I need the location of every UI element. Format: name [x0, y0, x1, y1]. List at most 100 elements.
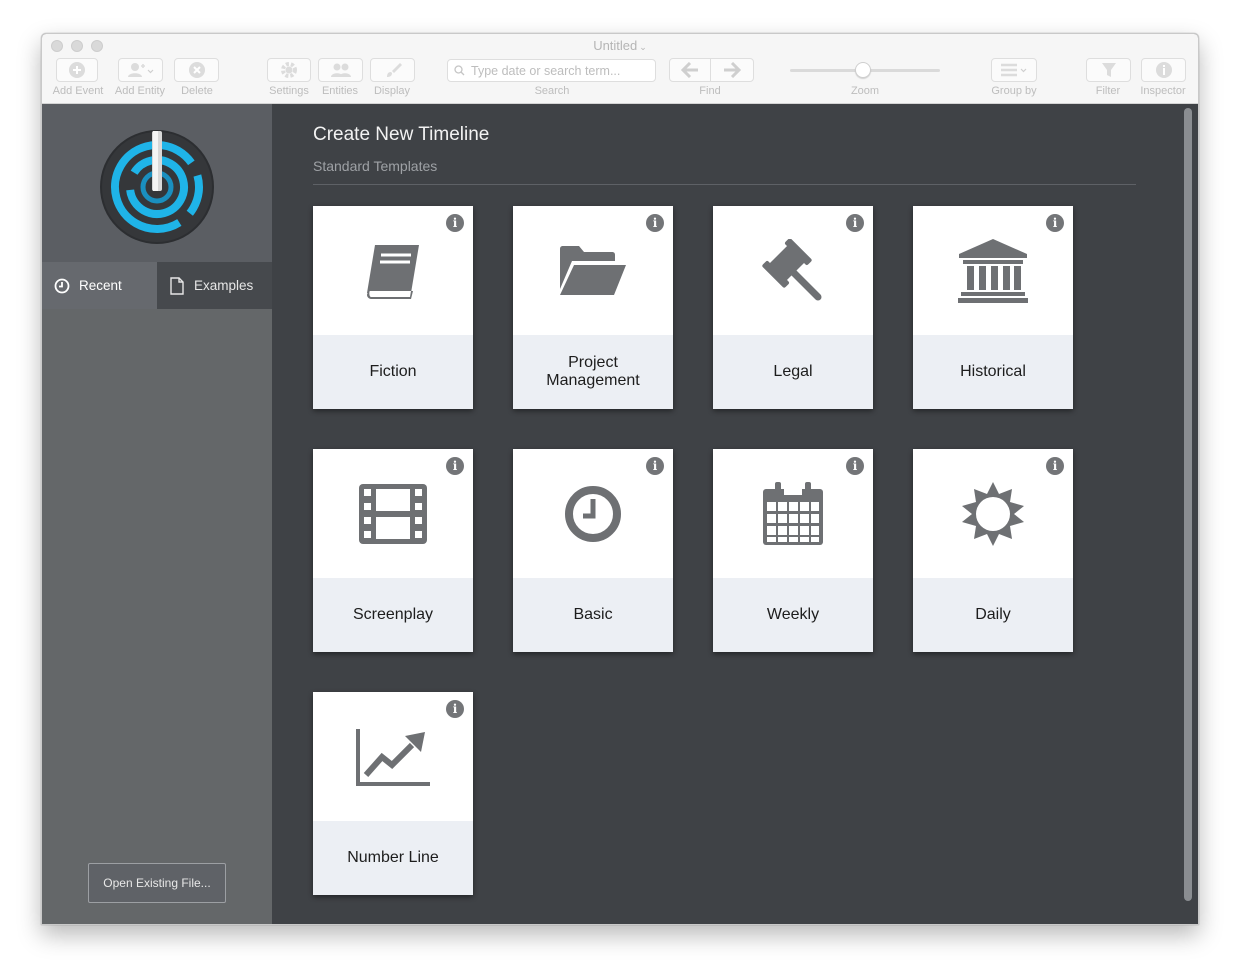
template-card-number-line[interactable]: Number Line i [313, 692, 473, 895]
open-existing-file-button[interactable]: Open Existing File... [88, 863, 226, 903]
entities-label: Entities [321, 85, 359, 97]
clock-icon [565, 485, 621, 542]
group-by-label: Group by [991, 85, 1037, 97]
template-label: Fiction [369, 363, 417, 380]
brush-icon [386, 63, 402, 77]
template-label-area: Weekly [713, 578, 873, 652]
template-label: Screenplay [352, 606, 434, 623]
search-label: Search [534, 85, 570, 97]
filter-button[interactable] [1086, 58, 1131, 82]
template-label: Project Management [546, 354, 640, 389]
template-label: Legal [773, 363, 813, 380]
add-event-button[interactable] [56, 58, 98, 82]
window-title[interactable]: Untitled ⌄ [42, 38, 1198, 53]
add-entity-button[interactable] [118, 58, 163, 82]
tab-recent[interactable]: Recent [42, 262, 157, 309]
find-next-button[interactable] [710, 58, 754, 82]
delete-label: Delete [181, 85, 213, 97]
template-info-button[interactable]: i [446, 457, 464, 475]
template-label-area: Basic [513, 578, 673, 652]
sun-icon [962, 481, 1024, 546]
info-icon [1155, 62, 1172, 78]
template-info-button[interactable]: i [1046, 214, 1064, 232]
template-card-screenplay[interactable]: Screenplay i [313, 449, 473, 652]
template-label: Number Line [347, 849, 439, 866]
search-input[interactable] [469, 62, 643, 79]
template-label: Basic [573, 606, 613, 623]
calendar-icon [763, 481, 823, 545]
template-info-button[interactable]: i [446, 700, 464, 718]
recent-files-list [42, 309, 272, 924]
template-label-area: Screenplay [313, 578, 473, 652]
page-title: Create New Timeline [313, 124, 490, 145]
template-card-legal[interactable]: Legal i [713, 206, 873, 409]
template-card-fiction[interactable]: Fiction i [313, 206, 473, 409]
filter-icon [1101, 63, 1116, 77]
inspector-button[interactable] [1141, 58, 1186, 82]
group-by-button[interactable] [991, 58, 1037, 82]
find-previous-button[interactable] [669, 58, 711, 82]
clock-icon [54, 278, 70, 293]
template-label-area: Historical [913, 335, 1073, 409]
arrow-right-icon [724, 62, 741, 78]
window-title-text: Untitled [593, 38, 638, 53]
zoom-slider-knob[interactable] [855, 62, 871, 78]
template-info-button[interactable]: i [446, 214, 464, 232]
template-label-area: Daily [913, 578, 1073, 652]
template-label-area: Number Line [313, 821, 473, 895]
entities-button[interactable] [318, 58, 363, 82]
template-card-weekly[interactable]: Weekly i [713, 449, 873, 652]
folder-icon [560, 245, 626, 295]
vertical-scrollbar[interactable] [1184, 108, 1192, 901]
list-icon [1001, 63, 1027, 77]
search-field[interactable] [447, 59, 656, 82]
app-logo-icon [100, 130, 214, 244]
template-info-button[interactable]: i [846, 457, 864, 475]
search-icon [454, 65, 465, 76]
template-info-button[interactable]: i [646, 214, 664, 232]
tab-recent-label: Recent [79, 278, 122, 293]
plus-circle-icon [69, 62, 85, 78]
toolbar: Untitled ⌄ Add Event Add Entity Delete S… [42, 34, 1198, 104]
display-button[interactable] [370, 58, 415, 82]
document-icon [170, 276, 184, 295]
template-card-daily[interactable]: Daily i [913, 449, 1073, 652]
gavel-icon [762, 238, 822, 300]
template-info-button[interactable]: i [846, 214, 864, 232]
template-info-button[interactable]: i [646, 457, 664, 475]
delete-button[interactable] [174, 58, 219, 82]
sidebar: Recent Examples Open Existing File... [42, 104, 272, 924]
template-label: Daily [975, 606, 1011, 623]
gear-icon [281, 62, 297, 78]
zoom-label: Zoom [850, 85, 880, 97]
section-title: Standard Templates [313, 158, 438, 174]
main-content: Create New Timeline Standard Templates F… [272, 104, 1198, 924]
people-icon [330, 63, 351, 77]
delete-icon [188, 62, 205, 78]
inspector-label: Inspector [1140, 85, 1186, 97]
filter-label: Filter [1095, 85, 1121, 97]
film-icon [359, 483, 427, 544]
template-card-basic[interactable]: Basic i [513, 449, 673, 652]
tab-examples-label: Examples [194, 278, 254, 293]
template-card-historical[interactable]: Historical i [913, 206, 1073, 409]
display-label: Display [373, 85, 411, 97]
template-label: Historical [960, 363, 1026, 380]
sidebar-tabs: Recent Examples [42, 262, 272, 309]
line-chart-icon [356, 728, 430, 786]
museum-icon [958, 238, 1028, 303]
template-card-project-management[interactable]: Project Management i [513, 206, 673, 409]
settings-button[interactable] [267, 58, 311, 82]
chevron-down-icon: ⌄ [639, 42, 647, 52]
tab-examples[interactable]: Examples [157, 262, 272, 309]
book-icon [367, 244, 419, 299]
find-label: Find [699, 85, 721, 97]
sidebar-header [42, 104, 272, 262]
add-person-icon [127, 63, 153, 77]
template-info-button[interactable]: i [1046, 457, 1064, 475]
template-label-area: Legal [713, 335, 873, 409]
arrow-left-icon [681, 62, 698, 78]
app-window: Untitled ⌄ Add Event Add Entity Delete S… [41, 33, 1199, 925]
add-event-label: Add Event [52, 85, 104, 97]
template-label-area: Project Management [513, 335, 673, 409]
